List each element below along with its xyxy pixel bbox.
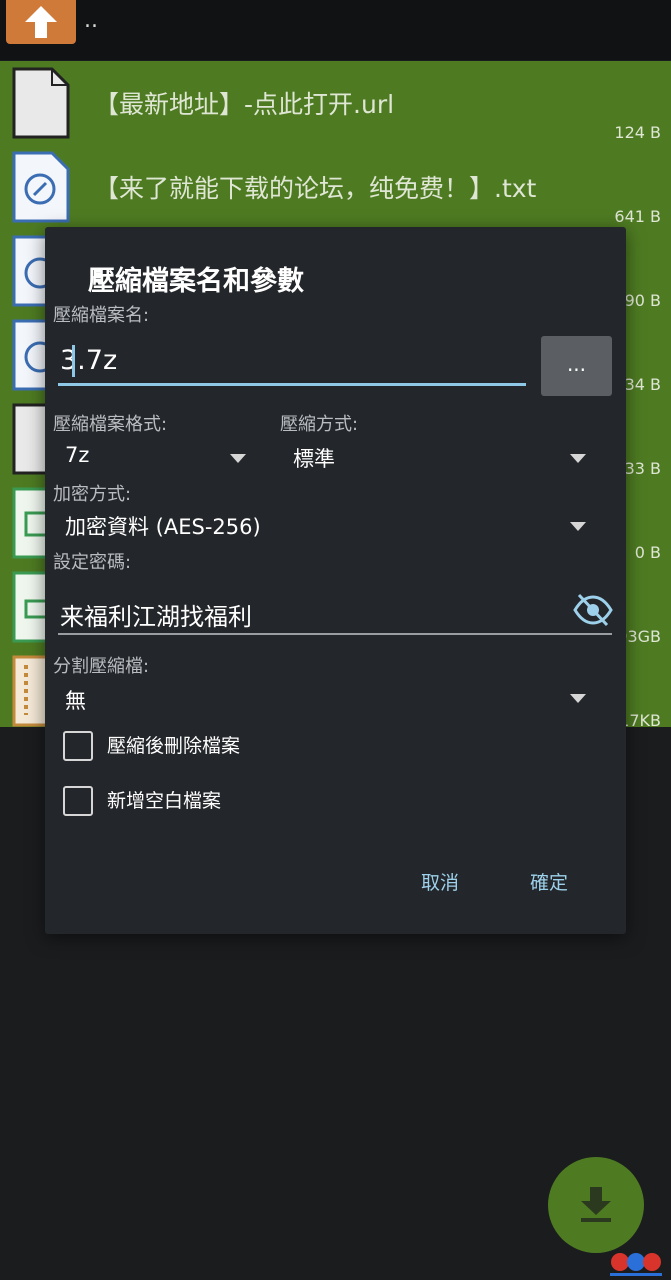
archive-name-value: 3.7z [60,345,118,376]
encryption-label: 加密方式: [53,484,132,505]
download-icon [581,1187,611,1222]
arrow-up-icon [25,6,57,38]
method-value: 標準 [293,447,335,471]
method-label: 壓縮方式: [280,414,359,435]
delete-after-checkbox[interactable] [63,731,93,761]
chevron-down-icon [570,522,586,531]
screen: .. 【最新地址】-点此打开.url 124 B 【来了就能下载的论坛，纯免费！… [0,0,671,1280]
ok-button[interactable]: 確定 [530,868,568,895]
up-folder-button[interactable] [6,0,76,44]
watermark-logo [610,1253,662,1276]
format-label: 壓縮檔案格式: [53,414,168,435]
format-value: 7z [65,443,90,467]
split-label: 分割壓縮檔: [53,656,150,677]
dialog-title: 壓縮檔案名和參數 [88,266,304,297]
file-name: 【最新地址】-点此打开.url [94,90,395,119]
encryption-value: 加密資料 (AES-256) [65,515,261,539]
password-input[interactable]: 来福利江湖找福利 [58,589,612,635]
chevron-down-icon [230,454,246,463]
file-row[interactable]: 【来了就能下载的论坛，纯免费！】.txt 641 B [0,145,671,229]
password-label: 設定密碼: [53,552,132,573]
format-dropdown[interactable]: 7z [53,437,253,473]
chevron-down-icon [570,454,586,463]
eye-off-icon[interactable] [573,592,613,628]
archive-name-input[interactable]: 3.7z [58,337,526,386]
split-dropdown[interactable]: 無 [53,681,590,717]
add-empty-checkbox[interactable] [63,786,93,816]
chevron-down-icon [570,694,586,703]
file-name: 【来了就能下载的论坛，纯免费！】.txt [94,174,537,203]
file-size: 33 B [624,459,661,478]
browse-button[interactable]: ... [541,336,612,396]
path-bar: .. [0,0,671,60]
archive-name-label: 壓縮檔案名: [53,305,150,326]
file-row[interactable]: 【最新地址】-点此打开.url 124 B [0,61,671,145]
current-path: .. [84,8,98,33]
file-generic-icon [12,67,70,139]
extract-fab-button[interactable] [548,1157,644,1253]
split-value: 無 [65,689,86,713]
compress-dialog: 壓縮檔案名和參數 壓縮檔案名: 3.7z ... 壓縮檔案格式: 7z 壓縮方式… [45,227,626,934]
method-dropdown[interactable]: 標準 [280,437,590,473]
encryption-dropdown[interactable]: 加密資料 (AES-256) [53,507,590,543]
file-size: 124 B [614,123,661,142]
file-text-icon [12,151,70,223]
cancel-button[interactable]: 取消 [421,868,459,895]
delete-after-label: 壓縮後刪除檔案 [107,735,241,757]
file-size: 90 B [624,291,661,310]
text-cursor [72,345,75,377]
file-size: 34 B [624,375,661,394]
password-value: 来福利江湖找福利 [60,603,252,631]
file-size: 641 B [614,207,661,226]
file-size: 0 B [634,543,661,562]
add-empty-label: 新增空白檔案 [107,790,222,812]
